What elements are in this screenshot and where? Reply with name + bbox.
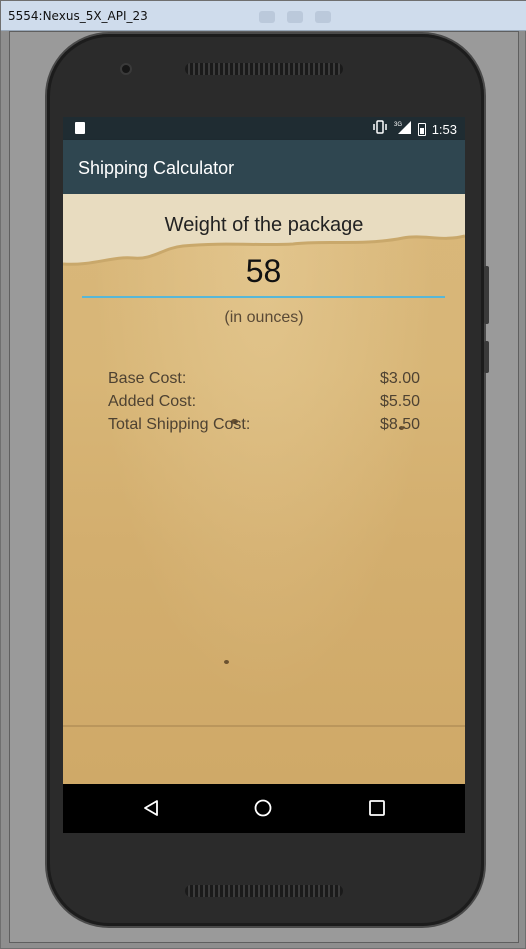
status-time: 1:53 [431, 121, 457, 137]
window-controls [259, 11, 331, 23]
minimize-icon[interactable] [259, 11, 275, 23]
app-title: Shipping Calculator [78, 158, 235, 178]
weight-input[interactable] [82, 246, 445, 298]
window-titlebar[interactable]: 5554:Nexus_5X_API_23 [1, 1, 526, 31]
back-icon[interactable] [139, 796, 163, 820]
top-speaker [185, 63, 343, 75]
signal-icon: 3G [394, 120, 412, 138]
volume-button[interactable] [484, 266, 489, 324]
close-icon[interactable] [315, 11, 331, 23]
phone-screen: 3G 1:53 Shipping Calculator Weight of th… [63, 117, 465, 833]
sd-card-icon [75, 122, 85, 134]
base-cost-value: $3.00 [379, 370, 420, 387]
units-label: (in ounces) [224, 309, 304, 326]
base-cost-label: Base Cost: [108, 370, 187, 387]
status-icons: 3G 1:53 [372, 120, 457, 138]
status-bar: 3G 1:53 [63, 117, 465, 140]
front-camera-icon [120, 63, 132, 75]
cost-row-total: Total Shipping Cost: $8.50 [108, 416, 420, 439]
emulator-window: 5554:Nexus_5X_API_23 3G 1:53 Shipping Ca… [0, 0, 526, 949]
added-cost-value: $5.50 [379, 393, 420, 410]
bottom-speaker [185, 885, 343, 897]
recents-icon[interactable] [365, 796, 389, 820]
total-cost-label: Total Shipping Cost: [108, 416, 251, 433]
cardboard-speck [224, 660, 229, 664]
battery-icon [417, 122, 426, 136]
calculator-content: Weight of the package (in ounces) Base C… [63, 194, 465, 784]
added-cost-label: Added Cost: [108, 393, 197, 410]
app-bar: Shipping Calculator [63, 140, 465, 194]
cost-row-added: Added Cost: $5.50 [108, 393, 420, 416]
weight-label: Weight of the package [164, 214, 364, 236]
power-button[interactable] [484, 341, 489, 373]
home-icon[interactable] [251, 796, 275, 820]
maximize-icon[interactable] [287, 11, 303, 23]
navigation-bar [63, 784, 465, 833]
cost-row-base: Base Cost: $3.00 [108, 370, 420, 393]
cardboard-fold [63, 725, 465, 727]
vibrate-icon [372, 120, 388, 138]
cost-summary: Base Cost: $3.00 Added Cost: $5.50 Total… [108, 370, 420, 439]
window-title: 5554:Nexus_5X_API_23 [8, 9, 148, 23]
network-type: 3G [394, 122, 402, 128]
total-cost-value: $8.50 [379, 416, 420, 433]
